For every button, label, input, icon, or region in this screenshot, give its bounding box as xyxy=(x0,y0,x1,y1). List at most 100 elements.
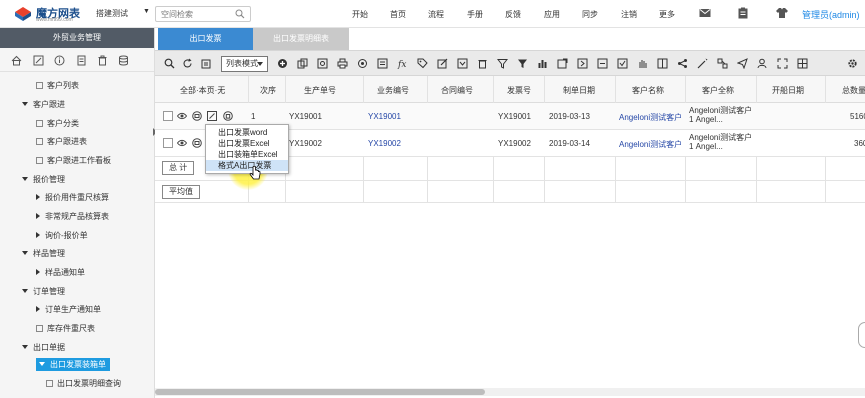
column-header-order[interactable]: 次序 xyxy=(260,85,276,96)
chevron-down-icon[interactable]: ▼ xyxy=(143,8,150,15)
copy-icon[interactable] xyxy=(297,58,308,69)
document-icon[interactable] xyxy=(76,55,87,66)
delete-icon[interactable] xyxy=(477,58,488,69)
sidebar-item-export-invoice-detail[interactable]: 出口发票明细查询 xyxy=(46,378,121,389)
horizontal-scrollbar[interactable] xyxy=(155,388,865,396)
filter-icon[interactable] xyxy=(497,58,508,69)
formula-icon[interactable]: fx xyxy=(397,58,408,69)
workspace-selector[interactable]: 搭建测试 xyxy=(96,8,128,19)
eye-icon[interactable] xyxy=(177,111,187,121)
cell-business-no-link[interactable]: YX19002 xyxy=(368,139,401,148)
sidebar-item-followup-table[interactable]: 客户跟进表 xyxy=(36,136,87,147)
sidebar-item-inquiry-quote[interactable]: 询价-报价单 xyxy=(36,230,88,241)
add-icon[interactable] xyxy=(277,58,288,69)
search-icon[interactable] xyxy=(235,9,245,19)
database-icon[interactable] xyxy=(118,55,129,66)
sidebar-item-customer-list[interactable]: 客户列表 xyxy=(36,80,79,91)
merge-icon[interactable] xyxy=(657,58,668,69)
menu-item-packing-excel[interactable]: 出口装箱单Excel xyxy=(206,149,288,160)
sidebar-item-stock-size[interactable]: 库存件重尺表 xyxy=(36,323,95,334)
search-input[interactable] xyxy=(161,7,237,21)
sidebar-group-quotes[interactable]: 报价管理 xyxy=(22,174,65,185)
scrollbar-thumb[interactable] xyxy=(155,389,485,395)
export-icon[interactable] xyxy=(201,58,212,69)
home-icon[interactable] xyxy=(11,55,22,66)
column-header-customer-fullname[interactable]: 客户全称 xyxy=(702,85,734,96)
menu-item-format-a-invoice[interactable]: 格式A出口发票 xyxy=(206,160,288,171)
column-header-total-qty[interactable]: 总数量 xyxy=(842,85,865,96)
sidebar-item-nonstandard-calc[interactable]: 非常规产品核算表 xyxy=(36,211,109,222)
report-icon[interactable] xyxy=(377,58,388,69)
sidebar-item-export-invoice-packing[interactable]: 出口发票装箱单 xyxy=(36,358,110,371)
cell-business-no-link[interactable]: YX19001 xyxy=(368,112,401,121)
cell-customer-name-link[interactable]: Angeloni测试客户 xyxy=(619,112,682,123)
sidebar-item-sample-notice[interactable]: 样品通知单 xyxy=(36,267,85,278)
nav-apps[interactable]: 应用 xyxy=(544,9,560,20)
sidebar-group-export-docs[interactable]: 出口单据 xyxy=(22,342,65,353)
select-all-header[interactable]: 全部·本页·无 xyxy=(180,85,225,96)
export-file-icon[interactable] xyxy=(597,58,608,69)
column-header-invoice-no[interactable]: 发票号 xyxy=(507,85,531,96)
trash-icon[interactable] xyxy=(223,111,233,121)
print-icon[interactable] xyxy=(192,111,202,121)
batch-edit-icon[interactable] xyxy=(437,58,448,69)
sidebar-group-samples[interactable]: 样品管理 xyxy=(22,248,65,259)
sidebar-item-followup-board[interactable]: 客户跟进工作看板 xyxy=(36,155,111,166)
search-icon[interactable] xyxy=(164,58,175,69)
column-header-customer-name[interactable]: 客户名称 xyxy=(632,85,664,96)
print-icon[interactable] xyxy=(192,138,202,148)
menu-item-invoice-word[interactable]: 出口发票word xyxy=(206,127,288,138)
advanced-filter-icon[interactable] xyxy=(517,58,528,69)
info-icon[interactable] xyxy=(54,55,65,66)
expand-icon[interactable] xyxy=(777,58,788,69)
magic-icon[interactable] xyxy=(697,58,708,69)
app-logo[interactable]: 魔方网表 www.mf999.com xyxy=(14,4,84,24)
gear-icon[interactable] xyxy=(847,58,858,69)
nav-start[interactable]: 开始 xyxy=(352,9,368,20)
import-icon[interactable] xyxy=(457,58,468,69)
chart-icon[interactable] xyxy=(537,58,548,69)
tag-icon[interactable] xyxy=(417,58,428,69)
column-header-business-no[interactable]: 业务编号 xyxy=(377,85,409,96)
column-header-ship-date[interactable]: 开船日期 xyxy=(772,85,804,96)
tab-export-invoice[interactable]: 出口发票 xyxy=(158,28,253,50)
sidebar-item-production-notice[interactable]: 订单生产通知单 xyxy=(36,304,101,315)
hand-icon[interactable] xyxy=(637,58,648,69)
edit-icon[interactable] xyxy=(33,55,44,66)
nav-more[interactable]: 更多 xyxy=(659,9,675,20)
print-icon[interactable] xyxy=(337,58,348,69)
column-header-date[interactable]: 制单日期 xyxy=(563,85,595,96)
average-button[interactable]: 平均值 xyxy=(162,185,200,199)
eye-icon[interactable] xyxy=(177,138,187,148)
column-header-contract-no[interactable]: 合同编号 xyxy=(441,85,473,96)
share-icon[interactable] xyxy=(557,58,568,69)
nav-logout[interactable]: 注销 xyxy=(621,9,637,20)
total-button[interactable]: 总 计 xyxy=(162,161,195,175)
refresh-icon[interactable] xyxy=(182,58,193,69)
cell-customer-name-link[interactable]: Angeloni测试客户 xyxy=(619,139,682,150)
workflow-icon[interactable] xyxy=(717,58,728,69)
sidebar-group-orders[interactable]: 订单管理 xyxy=(22,286,65,297)
trash-icon[interactable] xyxy=(97,55,108,66)
sidebar-group-followup[interactable]: 客户跟进 xyxy=(22,99,65,110)
nav-manual[interactable]: 手册 xyxy=(467,9,483,20)
edit-icon[interactable] xyxy=(207,111,217,121)
user-settings-icon[interactable] xyxy=(757,58,768,69)
user-menu[interactable]: 管理员(admin) xyxy=(802,8,860,21)
mail-icon[interactable] xyxy=(699,7,711,19)
send-icon[interactable] xyxy=(737,58,748,69)
row-checkbox[interactable] xyxy=(163,111,173,121)
nav-feedback[interactable]: 反馈 xyxy=(505,9,521,20)
sidebar-item-quote-calc[interactable]: 报价用件重尺核算 xyxy=(36,192,109,203)
link-share-icon[interactable] xyxy=(677,58,688,69)
menu-item-invoice-excel[interactable]: 出口发票Excel xyxy=(206,138,288,149)
attachment-icon[interactable] xyxy=(617,58,628,69)
nav-flow[interactable]: 流程 xyxy=(428,9,444,20)
open-icon[interactable] xyxy=(577,58,588,69)
side-panel-handle[interactable] xyxy=(858,322,865,348)
sidebar-item-customer-category[interactable]: 客户分类 xyxy=(36,118,79,129)
clipboard-icon[interactable] xyxy=(737,7,749,19)
nav-sync[interactable]: 同步 xyxy=(582,9,598,20)
row-checkbox[interactable] xyxy=(163,138,173,148)
grid-settings-icon[interactable] xyxy=(797,58,808,69)
